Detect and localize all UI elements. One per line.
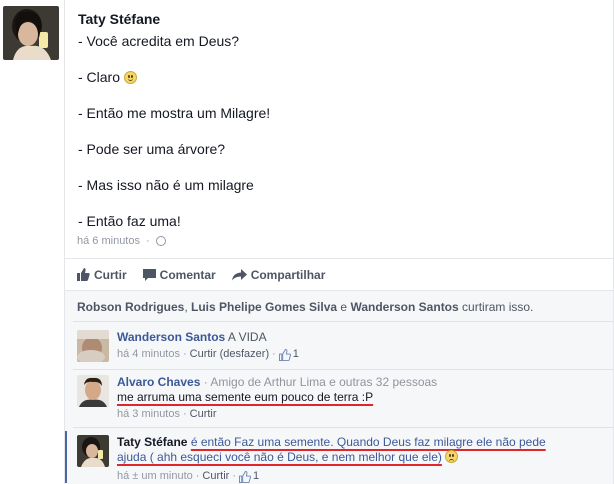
post-timestamp[interactable]: há 6 minutos: [77, 235, 140, 247]
comments-section: Robson Rodrigues, Luis Phelipe Gomes Sil…: [65, 290, 613, 484]
comment-text: me arruma uma semente eum pouco de terra…: [117, 390, 607, 405]
comment-like-undo-link[interactable]: Curtir (desfazer): [190, 347, 269, 362]
comment-meta: há ± um minuto · Curtir · 1: [117, 469, 607, 484]
post-dot: ·: [145, 235, 150, 247]
sad-emoji-icon: [445, 450, 459, 463]
comment-button-label: Comentar: [159, 267, 216, 282]
meta-dot: ·: [272, 348, 276, 360]
comment-body: Alvaro Chaves · Amigo de Arthur Lima e o…: [117, 375, 607, 422]
liker-link[interactable]: Luis Phelipe Gomes Silva: [191, 300, 337, 314]
thumbs-up-icon: [238, 470, 251, 483]
post-line: - Pode ser uma árvore?: [78, 141, 226, 157]
commenter-name[interactable]: Alvaro Chaves: [117, 375, 200, 389]
post-author-name[interactable]: Taty Stéfane: [78, 11, 160, 27]
comment-text-line: é então Faz uma semente. Quando Deus faz…: [190, 435, 546, 449]
post-line: - Claro: [78, 68, 598, 86]
comment-meta: há 3 minutos · Curtir: [117, 407, 607, 422]
commenter-name[interactable]: Taty Stéfane: [117, 435, 187, 449]
commenter-avatar[interactable]: [77, 375, 109, 407]
divider: [73, 369, 613, 370]
thumbs-up-icon: [77, 268, 90, 281]
commenter-mutual-friends[interactable]: · Amigo de Arthur Lima e outras 32 pesso…: [204, 375, 437, 389]
liker-link[interactable]: Wanderson Santos: [350, 300, 458, 314]
globe-icon[interactable]: [155, 236, 166, 246]
comment-body: Wanderson Santos A VIDA há 4 minutos · C…: [117, 330, 607, 362]
likes-summary: Robson Rodrigues, Luis Phelipe Gomes Sil…: [77, 300, 534, 314]
commenter-name[interactable]: Wanderson Santos: [117, 330, 225, 344]
post-text: - Você acredita em Deus? - Claro - Então…: [78, 32, 598, 230]
meta-dot: ·: [232, 470, 236, 482]
meta-dot: ·: [182, 408, 187, 420]
comment-body: Taty Stéfane é então Faz uma semente. Qu…: [117, 435, 607, 484]
comment-like-count[interactable]: 1: [278, 347, 299, 362]
comment-time[interactable]: há 4 minutos: [117, 347, 180, 362]
post-line-text: - Claro: [78, 69, 121, 85]
comment-text-line: ajuda ( ahh esqueci você não é Deus, e n…: [117, 450, 442, 464]
comment-like-link[interactable]: Curtir: [190, 407, 217, 422]
share-button-label: Compartilhar: [250, 267, 326, 282]
meta-dot: ·: [195, 470, 200, 482]
commenter-avatar[interactable]: [77, 435, 109, 467]
liker-link[interactable]: Robson Rodrigues: [77, 300, 184, 314]
new-comment-highlight: [65, 431, 67, 483]
comment-like-count[interactable]: 1: [238, 469, 260, 484]
comment-text: A VIDA: [227, 330, 267, 344]
comment-time[interactable]: há ± um minuto: [117, 469, 193, 484]
smile-emoji-icon: [123, 71, 137, 84]
post-actions-bar: Curtir Comentar Compartilhar: [65, 258, 613, 290]
like-count: 1: [252, 470, 260, 482]
thumbs-up-icon: [278, 348, 291, 361]
comment-text-row: ajuda ( ahh esqueci você não é Deus, e n…: [117, 450, 607, 465]
like-button[interactable]: Curtir: [77, 268, 127, 282]
commenter-avatar[interactable]: [77, 330, 109, 362]
likes-suffix: curtiram isso.: [462, 300, 534, 314]
post-timestamp-row: há 6 minutos ·: [77, 235, 166, 247]
post-line: - Você acredita em Deus?: [78, 33, 240, 49]
share-arrow-icon: [231, 268, 247, 280]
comment-meta: há 4 minutos · Curtir (desfazer) · 1: [117, 347, 607, 362]
comment-button[interactable]: Comentar: [142, 267, 216, 282]
speech-bubble-icon: [142, 268, 156, 281]
comment-time[interactable]: há 3 minutos: [117, 407, 180, 422]
like-count: 1: [292, 348, 299, 360]
like-button-label: Curtir: [94, 267, 127, 282]
meta-dot: ·: [182, 348, 187, 360]
divider: [73, 321, 613, 322]
post-line: - Mas isso não é um milagre: [78, 177, 254, 193]
divider: [73, 427, 613, 428]
post-line: - Então faz uma!: [78, 213, 181, 229]
comment-like-link[interactable]: Curtir: [202, 469, 229, 484]
likes-conjunction: e: [340, 300, 348, 314]
post-line: - Então me mostra um Milagre!: [78, 105, 271, 121]
share-button[interactable]: Compartilhar: [231, 267, 326, 282]
post-author-avatar[interactable]: [3, 6, 59, 60]
comment-text-content: me arruma uma semente eum pouco de terra…: [117, 390, 374, 404]
